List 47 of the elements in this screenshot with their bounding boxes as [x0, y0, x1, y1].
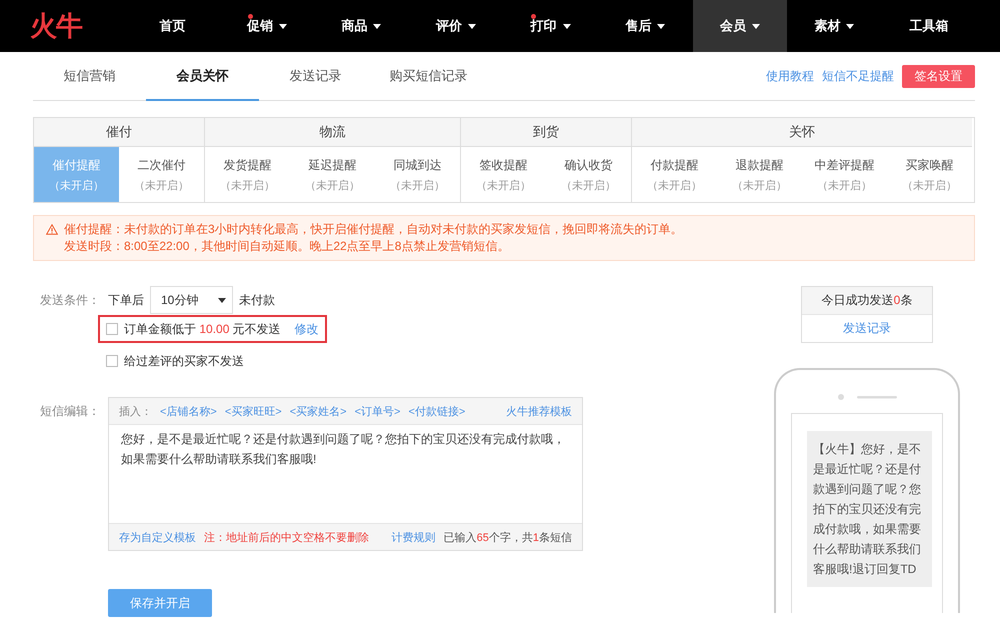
notification-dot — [531, 14, 536, 19]
nav-item[interactable]: 售后 — [598, 0, 693, 52]
speaker-icon — [837, 394, 897, 400]
condition-text: 下单后 — [108, 292, 144, 308]
checkbox[interactable] — [106, 323, 118, 335]
caret-icon — [468, 24, 476, 28]
sms-preview: 【火牛】您好，是不是最近忙呢？还是付款遇到问题了呢？您拍下的宝贝还没有完成付款哦，如果需要什么帮助请联系我们客服哦!退订回复TD — [807, 431, 932, 587]
alert-text: 发送时段：8:00至22:00，其他时间自动延顺。晚上22点至早上8点禁止发营销短信。 — [64, 238, 510, 255]
field-label: 发送条件： — [39, 292, 101, 308]
tab[interactable]: 发送记录 — [259, 52, 372, 100]
checkbox[interactable] — [106, 355, 118, 367]
nav-item[interactable]: 评价 — [408, 0, 504, 52]
nav-item[interactable]: 促销 — [220, 0, 314, 52]
insert-label: 插入： — [119, 404, 152, 418]
field-label: 短信编辑： — [39, 403, 101, 420]
caret-icon — [657, 24, 666, 28]
caret-icon — [752, 24, 760, 28]
note-text: 注：地址前后的中文空格不要删除 — [204, 530, 369, 544]
group-header: 催付 — [34, 118, 204, 147]
alert-text: 催付提醒：未付款的订单在3小时内转化最高，快开启催付提醒，自动对未付款的买家发短信，挽回即将流失的订单。 — [64, 221, 683, 238]
caret-icon — [373, 24, 382, 28]
nav-item[interactable]: 首页 — [125, 0, 220, 52]
option-text: 订单金额低于 10.00 元不发送 — [124, 320, 281, 338]
tab[interactable]: 短信营销 — [33, 52, 146, 100]
notification-dot — [248, 14, 253, 19]
message-textarea[interactable]: 您好，是不是最近忙呢？还是付款遇到问题了呢？您拍下的宝贝还没有完成付款哦，如果需要什么帮助请联系我们客服哦! — [109, 425, 582, 523]
group-header: 物流 — [205, 118, 460, 147]
caret-icon — [278, 24, 287, 28]
caret-icon — [218, 298, 226, 302]
character-count: 已输入65个字，共1条短信 — [444, 530, 572, 544]
group-header: 关怀 — [632, 118, 972, 147]
nav-item[interactable]: 打印 — [503, 0, 598, 52]
interval-select[interactable]: 10分钟 — [150, 286, 233, 314]
nav-item[interactable]: 素材 — [787, 0, 882, 52]
sent-today-text: 今日成功发送0条 — [802, 287, 932, 315]
tab[interactable]: 购买短信记录 — [372, 52, 485, 100]
nav-item[interactable]: 会员 — [692, 0, 788, 52]
option-text: 给过差评的买家不发送 — [124, 352, 244, 370]
caret-icon — [846, 24, 854, 28]
condition-text: 未付款 — [239, 292, 275, 308]
brand-logo[interactable]: 火牛 — [0, 0, 125, 52]
nav-item[interactable]: 工具箱 — [882, 0, 976, 52]
caret-icon — [562, 24, 571, 28]
group-header: 到货 — [461, 118, 631, 147]
warning-icon — [46, 224, 58, 235]
nav-item[interactable]: 商品 — [314, 0, 409, 52]
tab[interactable]: 会员关怀 — [146, 52, 259, 100]
